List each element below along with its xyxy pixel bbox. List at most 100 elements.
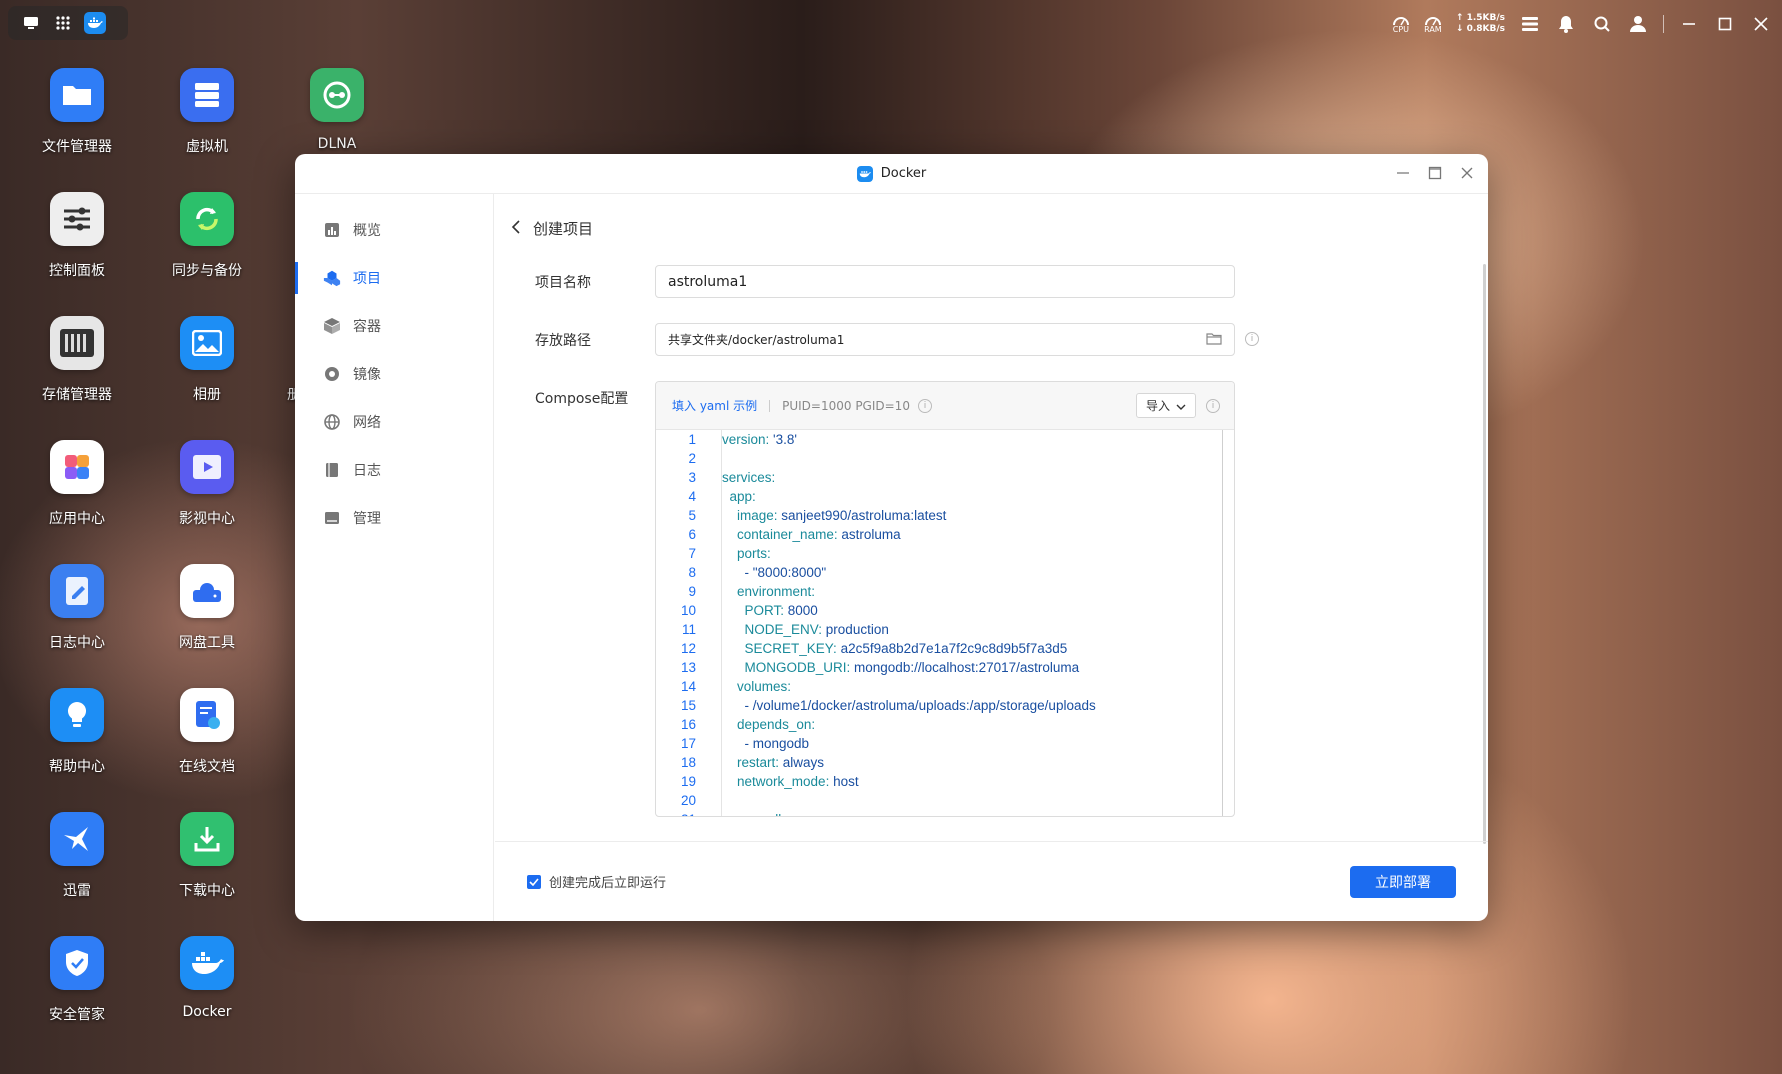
desktop-app-media-center[interactable]: 影视中心 (147, 440, 267, 550)
app-label: 存储管理器 (42, 387, 112, 403)
search-icon[interactable] (1591, 13, 1613, 35)
app-label: 帮助中心 (49, 759, 105, 775)
app-label: 相册 (193, 387, 221, 403)
chevron-down-icon (1176, 399, 1186, 413)
sidebar-item-network[interactable]: 网络 (295, 398, 493, 446)
docker-taskbar-icon[interactable] (84, 12, 106, 34)
line-number: 8 (688, 565, 696, 580)
code-text: mongodb: (696, 810, 790, 816)
user-icon[interactable] (1627, 13, 1649, 35)
desktop-app-photos[interactable]: 相册 (147, 316, 267, 426)
line-number: 2 (688, 451, 696, 466)
import-info-icon[interactable]: i (1206, 399, 1220, 413)
close-icon[interactable] (1750, 13, 1772, 35)
code-line: 12 SECRET_KEY: a2c5f9a8b2d7e1a7f2c9c8d9b… (656, 639, 1234, 658)
sidebar-item-label: 项目 (353, 271, 381, 287)
sidebar-item-label: 管理 (353, 511, 381, 527)
sync-icon (180, 192, 234, 246)
code-line: 15 - /volume1/docker/astroluma/uploads:/… (656, 696, 1234, 715)
bird-icon (50, 812, 104, 866)
desktop-app-docker[interactable]: Docker (147, 936, 267, 1046)
desktop-app-control-panel[interactable]: 控制面板 (17, 192, 137, 302)
code-text: MONGODB_URI: mongodb://localhost:27017/a… (744, 660, 1080, 675)
code-line: 10 PORT: 8000 (656, 601, 1234, 620)
path-info-icon[interactable]: i (1245, 332, 1259, 346)
auto-run-checkbox[interactable] (527, 874, 541, 889)
sidebar-item-project[interactable]: 项目 (295, 254, 493, 302)
desktop-app-online-docs[interactable]: 在线文档 (147, 688, 267, 798)
yaml-code-editor[interactable]: 1 version: '3.8' 2 3 services: 4 app: 5 image:… (656, 430, 1234, 816)
desktop-app-download-center[interactable]: 下载中心 (147, 812, 267, 922)
desktop-app-log-center[interactable]: 日志中心 (17, 564, 137, 674)
divider (769, 399, 771, 412)
deploy-now-button[interactable]: 立即部署 (1350, 866, 1456, 898)
ram-label: RAM (1424, 25, 1442, 34)
sidebar-item-overview[interactable]: 概览 (295, 206, 493, 254)
back-arrow-icon[interactable] (511, 219, 521, 238)
network-speed[interactable]: ↑ 1.5KB/s ↓ 0.8KB/s (1456, 13, 1505, 35)
desktop-app-app-center[interactable]: 应用中心 (17, 440, 137, 550)
desktop-app-sync-backup[interactable]: 同步与备份 (147, 192, 267, 302)
auto-run-option[interactable]: 创建完成后立即运行 (527, 872, 666, 891)
line-number: 19 (680, 774, 696, 789)
app-label: 同步与备份 (172, 263, 242, 279)
cpu-meter[interactable]: CPU (1392, 14, 1410, 34)
footer: 创建完成后立即运行 立即部署 (495, 841, 1488, 921)
app-grid-icon[interactable] (52, 12, 74, 34)
folder-browse-icon[interactable] (1206, 332, 1222, 348)
line-number: 4 (688, 489, 696, 504)
code-line: 3 services: (656, 468, 1234, 487)
editor-scrollbar[interactable] (1222, 430, 1223, 816)
code-line: 11 NODE_ENV: production (656, 620, 1234, 639)
show-desktop-icon[interactable] (20, 12, 42, 34)
lightbulb-icon (50, 688, 104, 742)
maximize-icon[interactable] (1714, 13, 1736, 35)
desktop-app-file-manager[interactable]: 文件管理器 (17, 68, 137, 178)
window-titlebar[interactable]: Docker (295, 154, 1488, 194)
ram-meter[interactable]: RAM (1424, 14, 1442, 34)
window-maximize-icon[interactable] (1426, 162, 1444, 184)
app-label: 虚拟机 (186, 139, 228, 155)
window-close-icon[interactable] (1458, 162, 1476, 184)
puid-hint: PUID=1000 PGID=10 (782, 398, 910, 413)
window-minimize-icon[interactable] (1394, 162, 1412, 184)
code-line: 13 MONGODB_URI: mongodb://localhost:2701… (656, 658, 1234, 677)
puid-info-icon[interactable]: i (917, 398, 932, 413)
desktop-app-storage-manager[interactable]: 存储管理器 (17, 316, 137, 426)
desktop-app-security[interactable]: 安全管家 (17, 936, 137, 1046)
cloud-drive-icon (180, 564, 234, 618)
docker-sidebar: 概览 项目 容器 镜像 网络 日志 管理 (295, 194, 494, 921)
window-title: Docker (856, 165, 926, 182)
code-text: - /volume1/docker/astroluma/uploads:/app… (744, 698, 1096, 713)
desktop-app-vm[interactable]: 虚拟机 (147, 68, 267, 178)
code-line: 9 environment: (656, 582, 1234, 601)
minimize-icon[interactable] (1678, 13, 1700, 35)
shield-icon (50, 936, 104, 990)
desktop-app-help-center[interactable]: 帮助中心 (17, 688, 137, 798)
sidebar-item-log[interactable]: 日志 (295, 446, 493, 494)
line-number: 16 (680, 717, 696, 732)
desktop-app-cloud-drive[interactable]: 网盘工具 (147, 564, 267, 674)
project-name-input[interactable]: astroluma1 (655, 265, 1235, 298)
fill-yaml-example-link[interactable]: 填入 yaml 示例 (672, 397, 757, 414)
code-line: 14 volumes: (656, 677, 1234, 696)
task-list-icon[interactable] (1519, 13, 1541, 35)
desktop-app-thunder[interactable]: 迅雷 (17, 812, 137, 922)
sidebar-item-manage[interactable]: 管理 (295, 494, 493, 542)
code-line: 6 container_name: astroluma (656, 525, 1234, 544)
code-line: 21 mongodb: (656, 810, 1234, 816)
app-label: 在线文档 (179, 759, 235, 775)
app-label: 应用中心 (49, 511, 105, 527)
sidebar-item-label: 日志 (353, 463, 381, 479)
content-scrollbar[interactable] (1483, 264, 1486, 844)
sidebar-item-container[interactable]: 容器 (295, 302, 493, 350)
import-dropdown[interactable]: 导入 (1136, 393, 1196, 418)
storage-path-input[interactable]: 共享文件夹/docker/astroluma1 (655, 323, 1235, 356)
code-line: 16 depends_on: (656, 715, 1234, 734)
bell-icon[interactable] (1555, 13, 1577, 35)
app-label: 安全管家 (49, 1007, 105, 1023)
code-text: services: (722, 470, 776, 485)
sidebar-item-image[interactable]: 镜像 (295, 350, 493, 398)
code-text: NODE_ENV: production (744, 622, 889, 637)
